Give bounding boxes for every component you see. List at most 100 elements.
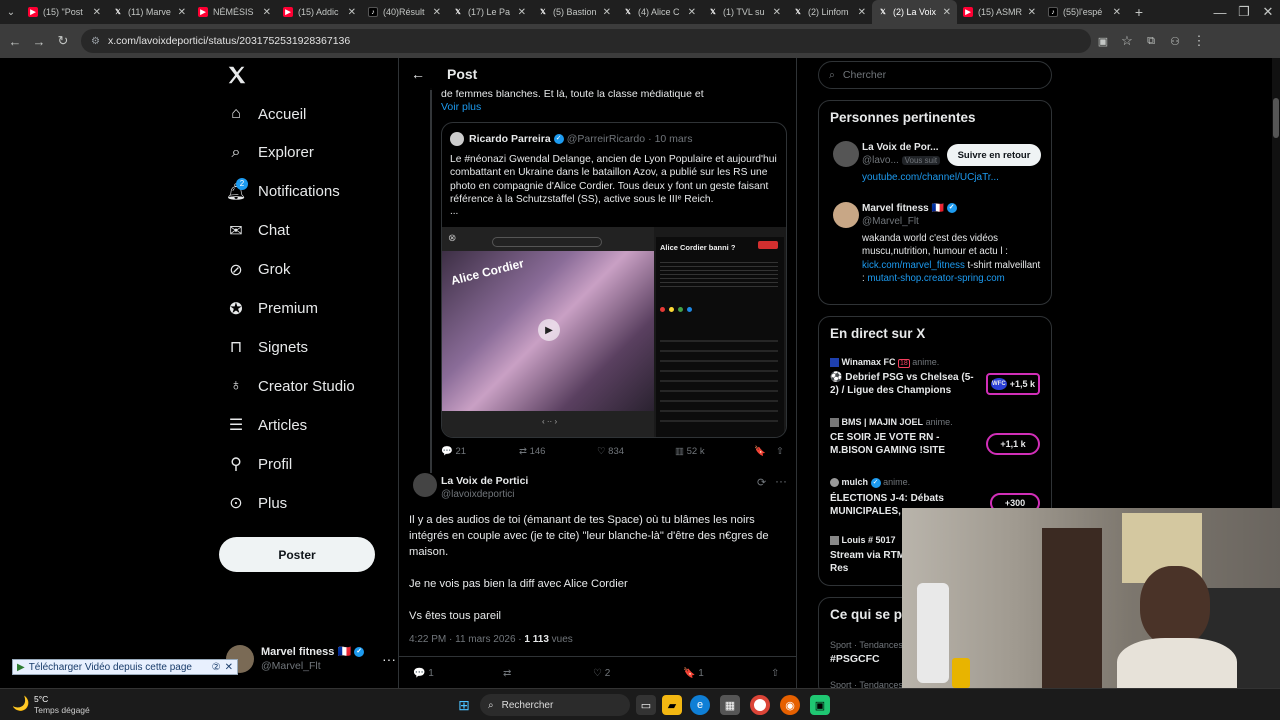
grok-action-icon[interactable]: ⟳: [757, 476, 766, 489]
weather-widget[interactable]: 5°C Temps dégagé: [34, 694, 90, 716]
bio-link-shop[interactable]: mutant-shop.creator-spring.com: [867, 273, 1004, 284]
app-icon[interactable]: ▣: [810, 695, 830, 715]
task-view-icon[interactable]: ▭: [636, 695, 656, 715]
x-logo-icon[interactable]: [226, 64, 248, 86]
quote-media[interactable]: ⊗ Alice Cordier ▶ ‹ ·· › Alice Cordier b…: [442, 227, 786, 437]
store-icon[interactable]: ▦: [720, 695, 740, 715]
browser-tab[interactable]: 𝕏 (4) Alice C ✕: [617, 0, 702, 24]
tab-close-icon[interactable]: ✕: [773, 7, 781, 18]
browser-tab[interactable]: ♪ (40)Résult ✕: [362, 0, 447, 24]
bookmark-action-icon[interactable]: 🔖: [754, 446, 766, 457]
tab-close-icon[interactable]: ✕: [348, 7, 356, 18]
browser-tab[interactable]: ▶ NÉMÉSIS ✕: [192, 0, 277, 24]
share-action-icon[interactable]: ⇧: [776, 446, 784, 457]
tab-close-icon[interactable]: ✕: [93, 7, 101, 18]
post-button[interactable]: Poster: [219, 537, 375, 572]
file-explorer-icon[interactable]: ▰: [662, 695, 682, 715]
bookmark-star-icon[interactable]: ☆: [1115, 29, 1139, 53]
back-arrow-icon[interactable]: ←: [411, 66, 425, 82]
repost-action[interactable]: ⇄ 146: [519, 446, 545, 457]
sidebar-item-signets[interactable]: ⊓ Signets: [226, 334, 308, 360]
browser-tab[interactable]: ▶ (15) ASMR ✕: [957, 0, 1042, 24]
browser-tab[interactable]: 𝕏 (11) Marve ✕: [107, 0, 192, 24]
download-video-bar[interactable]: ▶ Télécharger Vidéo depuis cette page ② …: [12, 659, 238, 675]
browser-tab[interactable]: 𝕏 (2) Linfom ✕: [787, 0, 872, 24]
reply-more-icon[interactable]: ···: [775, 474, 787, 488]
tab-close-icon[interactable]: ✕: [943, 7, 951, 18]
start-icon[interactable]: ⊞: [454, 695, 474, 715]
address-bar[interactable]: ⚙ x.com/lavoixdeportici/status/203175253…: [81, 29, 1091, 53]
video-play-icon[interactable]: ▶: [538, 319, 560, 341]
tab-close-icon[interactable]: ✕: [688, 7, 696, 18]
help-icon[interactable]: ②: [212, 662, 221, 673]
account-switcher[interactable]: Marvel fitness 🇫🇷 ✓ @Marvel_Flt ···: [226, 643, 396, 675]
sidebar-item-notifications[interactable]: 🔔︎ 2 Notifications: [226, 177, 340, 205]
browser-tab[interactable]: 𝕏 (5) Bastion ✕: [532, 0, 617, 24]
tab-close-icon[interactable]: ✕: [518, 7, 526, 18]
back-icon[interactable]: ←: [3, 29, 27, 53]
follow-back-button[interactable]: Suivre en retour: [947, 144, 1041, 166]
reply-share-icon[interactable]: ⇧: [771, 668, 779, 679]
bio-link-kick[interactable]: kick.com/marvel_fitness: [862, 260, 965, 271]
download-bar-close-icon[interactable]: ✕: [225, 662, 233, 673]
quote-author-name[interactable]: Ricardo Parreira: [469, 133, 551, 145]
live-item[interactable]: Winamax FC 18 anime. ⚽ Debrief PSG vs Ch…: [830, 357, 1042, 397]
sidebar-item-explorer[interactable]: ⌕ Explorer: [226, 140, 314, 166]
browser-tab[interactable]: 𝕏 (2) La Voix ✕: [872, 0, 957, 24]
maximize-icon[interactable]: ❐: [1232, 0, 1256, 24]
live-item[interactable]: BMS | MAJIN JOEL anime. CE SOIR JE VOTE …: [830, 417, 1042, 457]
sidebar-item-chat[interactable]: ✉ Chat: [226, 218, 289, 244]
person-1-name[interactable]: La Voix de Por...: [862, 141, 940, 154]
scrollbar-thumb[interactable]: [1273, 98, 1279, 138]
minimize-icon[interactable]: —: [1208, 0, 1232, 24]
sidebar-item-plus[interactable]: ⊙ Plus: [226, 490, 287, 516]
weather-icon[interactable]: 🌙: [12, 695, 29, 712]
more-dots-icon[interactable]: ···: [382, 651, 396, 667]
browser-tab[interactable]: ♪ (55)l'espé ✕: [1042, 0, 1127, 24]
sidebar-item-premium[interactable]: ✪ Premium: [226, 296, 318, 322]
sidebar-item-articles[interactable]: ☰ Articles: [226, 412, 307, 438]
browser-menu-icon[interactable]: ⋮: [1187, 29, 1211, 53]
extensions-icon[interactable]: ⧉: [1139, 29, 1163, 53]
reply-like-action[interactable]: ♡ 2: [593, 668, 610, 679]
close-window-icon[interactable]: ✕: [1256, 0, 1280, 24]
tab-close-icon[interactable]: ✕: [433, 7, 441, 18]
tab-search-icon[interactable]: ⌄: [0, 0, 22, 24]
profile-menu-icon[interactable]: ⚇: [1163, 29, 1187, 53]
person-2-name[interactable]: Marvel fitness: [862, 203, 929, 214]
sidebar-item-creator-studio[interactable]: ♁ Creator Studio: [226, 373, 355, 399]
chrome-icon[interactable]: [750, 695, 770, 715]
firefox-icon[interactable]: ◉: [780, 695, 800, 715]
trend-item[interactable]: Sport · Tendances #PSGCFC: [830, 640, 903, 665]
person-1-bio-link[interactable]: youtube.com/channel/UCjaTr...: [862, 172, 999, 183]
tab-close-icon[interactable]: ✕: [178, 7, 186, 18]
reply-repost-action[interactable]: ⇄: [503, 668, 511, 679]
browser-tab[interactable]: ▶ (15) "Post ✕: [22, 0, 107, 24]
see-more-link[interactable]: Voir plus: [441, 101, 481, 113]
browser-tab[interactable]: ▶ (15) Addic ✕: [277, 0, 362, 24]
forward-icon[interactable]: →: [27, 29, 51, 53]
reload-icon[interactable]: ↻: [51, 29, 75, 53]
cast-icon[interactable]: ▣: [1091, 29, 1115, 53]
sidebar-item-grok[interactable]: ⊘ Grok: [226, 257, 290, 283]
sidebar-item-profil[interactable]: ⚲ Profil: [226, 451, 292, 477]
tab-close-icon[interactable]: ✕: [263, 7, 271, 18]
person-avatar[interactable]: [833, 202, 859, 228]
tab-close-icon[interactable]: ✕: [858, 7, 866, 18]
person-avatar[interactable]: [833, 141, 859, 167]
edge-icon[interactable]: e: [690, 695, 710, 715]
reply-author-avatar[interactable]: [413, 473, 437, 497]
new-tab-icon[interactable]: +: [1127, 0, 1151, 24]
like-action[interactable]: ♡ 834: [597, 446, 624, 457]
reply-author-name[interactable]: La Voix de Portici: [441, 475, 528, 488]
reply-bookmark-action[interactable]: 🔖 1: [683, 668, 704, 679]
tab-close-icon[interactable]: ✕: [1028, 7, 1036, 18]
tab-close-icon[interactable]: ✕: [1113, 7, 1121, 18]
sidebar-item-accueil[interactable]: ⌂ Accueil: [226, 101, 306, 127]
taskbar-search[interactable]: ⌕ Rechercher: [480, 694, 630, 716]
browser-tab[interactable]: 𝕏 (17) Le Pa ✕: [447, 0, 532, 24]
reply-action[interactable]: 💬 21: [441, 446, 466, 457]
browser-tab[interactable]: 𝕏 (1) TVL su ✕: [702, 0, 787, 24]
quoted-tweet-card[interactable]: Ricardo Parreira ✓ @ParreirRicardo · 10 …: [441, 122, 787, 438]
search-box[interactable]: ⌕ Chercher: [818, 61, 1052, 89]
